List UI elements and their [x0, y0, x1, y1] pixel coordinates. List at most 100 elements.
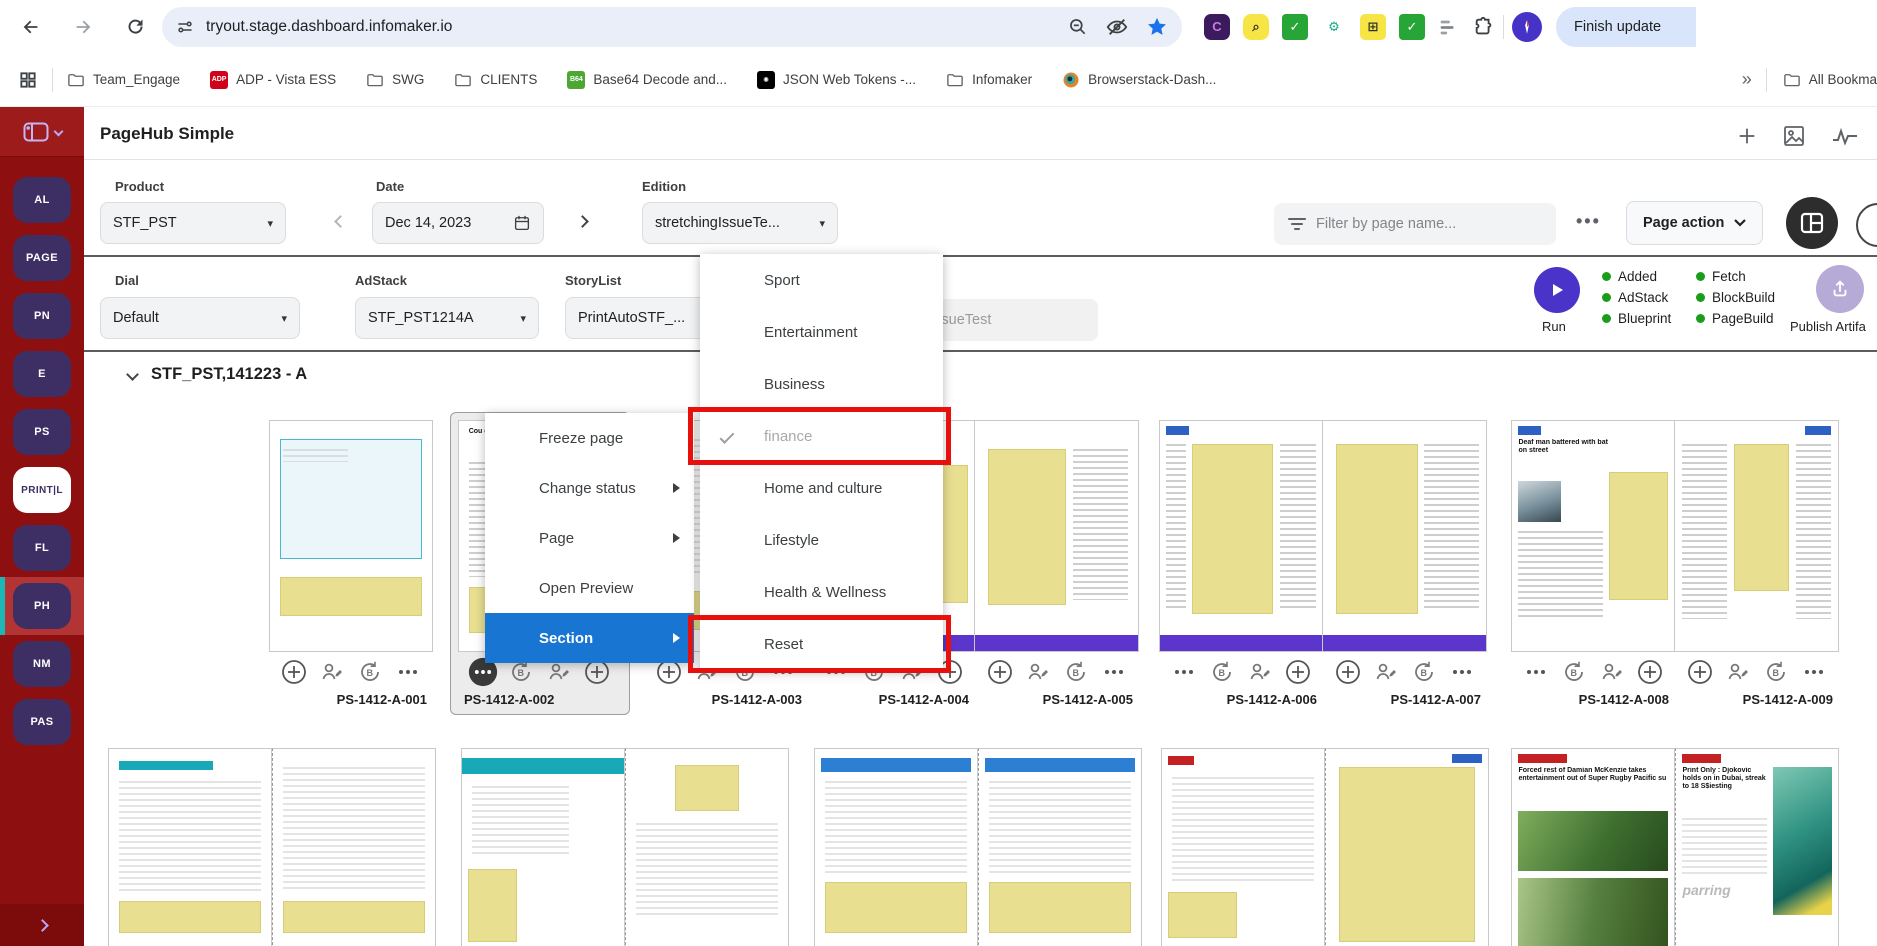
next-date-button[interactable] [576, 215, 589, 228]
check-green-ext-icon[interactable]: ✓ [1282, 14, 1308, 40]
page-card[interactable] [978, 748, 1142, 946]
submenu-item-entertainment[interactable]: Entertainment [700, 306, 943, 358]
bookmark-team-engage[interactable]: Team_Engage [67, 71, 180, 89]
idcard-yellow-ext-icon[interactable]: ⊞ [1360, 14, 1386, 40]
sidebar-item-al[interactable]: AL [0, 171, 84, 229]
page-thumbnail[interactable]: Deaf man battered with bat on street [1511, 420, 1675, 652]
layout-grid-button[interactable] [1786, 197, 1838, 249]
submenu-item-sport[interactable]: Sport [700, 254, 943, 306]
assign-user-icon[interactable] [1723, 657, 1753, 687]
bookmark-base64-decode-and-[interactable]: B64Base64 Decode and... [567, 71, 727, 89]
assign-user-icon[interactable] [1597, 657, 1627, 687]
rebuild-icon[interactable]: B [355, 657, 385, 687]
add-page-icon[interactable] [279, 657, 309, 687]
add-icon[interactable] [1734, 123, 1760, 149]
more-menu-icon[interactable] [1799, 657, 1829, 687]
submenu-item-health-wellness[interactable]: Health & Wellness [700, 566, 943, 618]
assign-user-icon[interactable] [317, 657, 347, 687]
submenu-item-finance[interactable]: finance [700, 410, 943, 462]
date-picker[interactable]: Dec 14, 2023 [372, 202, 544, 244]
page-thumbnail[interactable] [1325, 748, 1489, 946]
page-thumbnail[interactable] [269, 420, 433, 652]
bookmark-json-web-tokens-[interactable]: ✺JSON Web Tokens -... [757, 71, 916, 89]
rebuild-icon[interactable]: B [1061, 657, 1091, 687]
page-thumbnail[interactable] [625, 748, 789, 946]
page-card[interactable]: Forced rest of Damian McKenzie takes ent… [1511, 748, 1675, 946]
apps-grid-icon[interactable] [18, 70, 38, 90]
back-button[interactable] [14, 10, 48, 44]
assign-user-icon[interactable] [1245, 657, 1275, 687]
page-card[interactable]: Print Only : Djokovic holds on in Dubai,… [1675, 748, 1839, 946]
page-card[interactable]: BPS-1412-A-007 [1323, 420, 1487, 707]
add-page-icon[interactable] [1333, 657, 1363, 687]
page-thumbnail[interactable]: Forced rest of Damian McKenzie takes ent… [1511, 748, 1675, 946]
add-page-icon[interactable] [1685, 657, 1715, 687]
bookmark-clients[interactable]: CLIENTS [454, 71, 537, 89]
more-options-button[interactable]: ••• [1576, 211, 1601, 232]
menu-item-open-preview[interactable]: Open Preview [485, 563, 694, 613]
rebuild-icon[interactable]: B [1761, 657, 1791, 687]
page-card[interactable] [625, 748, 789, 946]
sidebar-item-e[interactable]: E [0, 345, 84, 403]
sidebar-item-fl[interactable]: FL [0, 519, 84, 577]
sidebar-item-nm[interactable]: NM [0, 635, 84, 693]
page-card[interactable] [814, 748, 978, 946]
page-card[interactable] [272, 748, 436, 946]
page-card[interactable]: Deaf man battered with bat on streetBPS-… [1511, 420, 1675, 707]
profile-avatar[interactable] [1512, 12, 1542, 42]
more-menu-icon[interactable] [1099, 657, 1129, 687]
page-thumbnail[interactable] [272, 748, 436, 946]
image-icon[interactable] [1781, 123, 1807, 149]
sidebar-item-pas[interactable]: PAS [0, 693, 84, 751]
page-card[interactable]: BPS-1412-A-006 [1159, 420, 1323, 707]
gear-teal-ext-icon[interactable]: ⚙ [1321, 14, 1347, 40]
add-page-icon[interactable] [1283, 657, 1313, 687]
url-text[interactable]: tryout.stage.dashboard.infomaker.io [206, 18, 1068, 36]
activity-pulse-icon[interactable] [1832, 123, 1858, 149]
submenu-item-home-and-culture[interactable]: Home and culture [700, 462, 943, 514]
finish-update-button[interactable]: Finish update [1556, 7, 1696, 47]
page-thumbnail[interactable] [814, 748, 978, 946]
page-thumbnail[interactable] [108, 748, 272, 946]
bookmark-adp-vista-ess[interactable]: ADPADP - Vista ESS [210, 71, 336, 89]
bookmark-all-bookmarks[interactable]: All Bookma [1783, 71, 1877, 89]
menu-item-freeze-page[interactable]: Freeze page [485, 413, 694, 463]
assign-user-icon[interactable] [1023, 657, 1053, 687]
page-card[interactable]: BPS-1412-A-005 [975, 420, 1139, 707]
page-name-filter-input[interactable]: Filter by page name... [1274, 203, 1556, 245]
page-action-button[interactable]: Page action [1626, 201, 1763, 245]
publish-artifact-button[interactable] [1816, 265, 1864, 313]
sidebar-toggle[interactable] [0, 107, 84, 157]
run-button[interactable] [1534, 267, 1580, 313]
submenu-item-lifestyle[interactable]: Lifestyle [700, 514, 943, 566]
sidebar-item-ph[interactable]: PH [0, 577, 84, 635]
page-card[interactable] [1161, 748, 1325, 946]
rebuild-icon[interactable]: B [1207, 657, 1237, 687]
page-thumbnail[interactable] [461, 748, 625, 946]
menu-item-change-status[interactable]: Change status [485, 463, 694, 513]
sidebar-expand-button[interactable] [0, 904, 84, 946]
add-page-icon[interactable] [985, 657, 1015, 687]
more-menu-icon[interactable] [1521, 657, 1551, 687]
search-icon[interactable] [1856, 203, 1877, 247]
submenu-item-reset[interactable]: Reset [700, 618, 943, 670]
prev-date-button[interactable] [334, 215, 347, 228]
extensions-puzzle-icon[interactable] [1473, 16, 1495, 38]
bookmark-browserstack-dash-[interactable]: Browserstack-Dash... [1062, 71, 1216, 89]
forward-button[interactable] [66, 10, 100, 44]
magnifier-yellow-ext-icon[interactable]: ⌕ [1243, 14, 1269, 40]
bookmarks-overflow-chevron[interactable]: » [1742, 69, 1752, 90]
section-header[interactable]: STF_PST,141223 - A [128, 365, 307, 384]
page-card[interactable] [461, 748, 625, 946]
more-menu-icon[interactable] [393, 657, 423, 687]
menu-item-section[interactable]: Section [485, 613, 694, 663]
adstack-select[interactable]: STF_PST1214A▾ [355, 297, 539, 339]
zoom-out-icon[interactable] [1068, 17, 1088, 37]
page-thumbnail[interactable] [1159, 420, 1323, 652]
page-thumbnail[interactable] [978, 748, 1142, 946]
bookmark-infomaker[interactable]: Infomaker [946, 71, 1032, 89]
dial-select[interactable]: Default▾ [100, 297, 300, 339]
menu-item-page[interactable]: Page [485, 513, 694, 563]
add-page-icon[interactable] [1635, 657, 1665, 687]
eye-off-icon[interactable] [1106, 16, 1128, 38]
